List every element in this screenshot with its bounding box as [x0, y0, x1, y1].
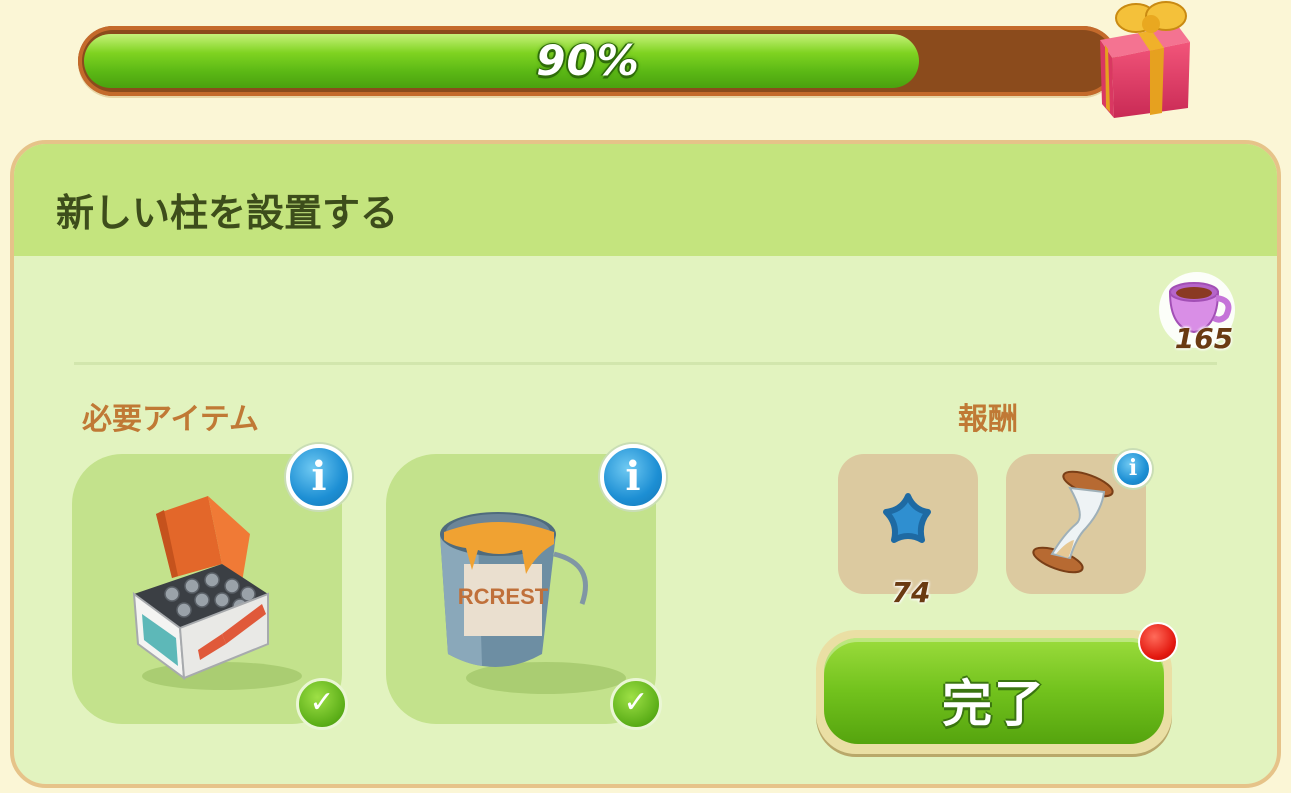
- reward-star-count: 74: [891, 576, 931, 609]
- required-item-screws[interactable]: i ✓: [72, 444, 352, 730]
- task-title: 新しい柱を設置する: [56, 191, 399, 235]
- info-button[interactable]: i: [286, 444, 352, 510]
- gift-box-icon[interactable]: [1078, 0, 1198, 125]
- required-item-paint-can[interactable]: RCREST i ✓: [386, 444, 666, 730]
- teacup-cost: 165: [1174, 322, 1234, 355]
- progress-percent: 90%: [536, 36, 640, 85]
- rewards-label: 報酬: [958, 402, 1018, 437]
- svg-text:RCREST: RCREST: [458, 584, 549, 609]
- reward-star[interactable]: [838, 454, 978, 594]
- info-button[interactable]: i: [1114, 450, 1152, 488]
- reward-hourglass[interactable]: i: [1006, 450, 1152, 594]
- check-icon: ✓: [610, 678, 662, 730]
- complete-button-face: 完了: [824, 638, 1164, 744]
- blue-star-icon: [883, 493, 931, 543]
- task-progress-bar: 90%: [78, 26, 1118, 96]
- task-panel: 新しい柱を設置する 165 必要アイテム 報酬 i ✓ RCREST i ✓ 7…: [10, 140, 1281, 788]
- notification-dot: [1138, 622, 1178, 662]
- info-button[interactable]: i: [600, 444, 666, 510]
- required-items-label: 必要アイテム: [82, 402, 259, 437]
- complete-button-label: 完了: [942, 675, 1046, 733]
- divider: [74, 362, 1217, 365]
- check-icon: ✓: [296, 678, 348, 730]
- complete-button[interactable]: 完了: [816, 630, 1172, 754]
